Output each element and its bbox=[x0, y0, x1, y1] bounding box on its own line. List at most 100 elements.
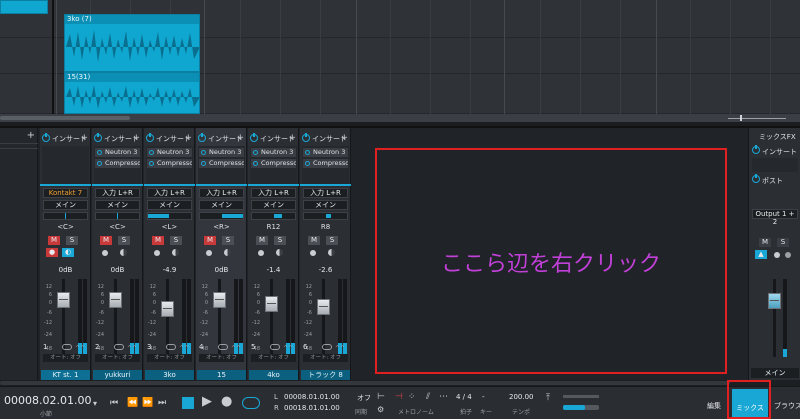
audio-clip[interactable] bbox=[0, 0, 48, 14]
power-icon[interactable] bbox=[302, 133, 310, 142]
loop-button[interactable] bbox=[242, 397, 260, 409]
automation-icon[interactable]: ^^ bbox=[231, 345, 241, 352]
plugin-slot[interactable]: Neutron 3 bbox=[303, 148, 348, 157]
go-to-end-icon[interactable]: ⏭ bbox=[158, 398, 166, 409]
link-icon[interactable] bbox=[114, 344, 124, 350]
volume-fader[interactable] bbox=[109, 292, 122, 308]
power-icon[interactable] bbox=[146, 133, 154, 142]
automation-mode[interactable]: オート: オフ bbox=[251, 354, 296, 362]
plugin-power-icon[interactable] bbox=[149, 150, 154, 155]
power-icon[interactable] bbox=[752, 174, 760, 183]
scrollbar-thumb[interactable] bbox=[0, 381, 730, 385]
loop-end[interactable]: 00018.01.01.00 bbox=[284, 404, 340, 412]
solo-button[interactable]: S bbox=[777, 238, 789, 247]
input-selector[interactable]: 入力 L+R bbox=[251, 188, 296, 198]
plugin-slot[interactable]: Compressor bbox=[147, 159, 192, 168]
volume-fader[interactable] bbox=[317, 299, 330, 315]
power-icon[interactable] bbox=[42, 133, 50, 142]
add-insert-icon[interactable]: + bbox=[132, 133, 140, 143]
rewind-icon[interactable]: ⏪ bbox=[127, 398, 138, 409]
insert-slots[interactable] bbox=[42, 146, 89, 184]
mix-fx-label[interactable]: ミックスFX bbox=[759, 132, 796, 142]
sync-value[interactable]: オフ bbox=[357, 393, 371, 403]
insert-slots[interactable]: Neutron 3 Compressor bbox=[250, 146, 297, 184]
plugin-slot[interactable]: Compressor bbox=[251, 159, 296, 168]
metronome-settings-icon[interactable]: ⋯ bbox=[439, 392, 448, 403]
master-volume[interactable] bbox=[563, 395, 599, 398]
automation-mode[interactable]: オート: オフ bbox=[147, 354, 192, 362]
channel-name[interactable]: トラック 8 bbox=[301, 370, 350, 380]
plugin-power-icon[interactable] bbox=[305, 150, 310, 155]
channel-strip[interactable]: インサート+ Neutron 3 Compressor 入力 L+R メイン <R> MS 0… bbox=[196, 128, 247, 382]
play-button[interactable]: ▶ bbox=[202, 395, 212, 408]
power-icon[interactable] bbox=[752, 145, 760, 154]
mute-button[interactable]: M bbox=[759, 238, 771, 247]
arrange-view[interactable]: 3ko (7) 15(31) bbox=[0, 0, 800, 122]
dim-icon[interactable] bbox=[774, 252, 780, 258]
audio-clip[interactable]: 3ko (7) bbox=[64, 14, 200, 72]
input-selector[interactable]: 入力 L+R bbox=[95, 188, 140, 198]
solo-button[interactable]: S bbox=[118, 236, 130, 245]
pan-control[interactable] bbox=[43, 212, 88, 220]
record-arm-icon[interactable] bbox=[310, 250, 316, 256]
add-icon[interactable]: + bbox=[27, 131, 35, 141]
mute-button[interactable]: M bbox=[308, 236, 320, 245]
record-arm-icon[interactable] bbox=[154, 250, 160, 256]
input-selector[interactable]: 入力 L+R bbox=[199, 188, 244, 198]
plugin-slot[interactable]: Compressor bbox=[199, 159, 244, 168]
plugin-power-icon[interactable] bbox=[201, 161, 206, 166]
time-display[interactable]: 00008.02.01.00 bbox=[4, 394, 91, 407]
tab-edit[interactable]: 編集 bbox=[707, 401, 721, 411]
add-insert-icon[interactable]: + bbox=[184, 133, 192, 143]
channel-strip[interactable]: インサート + Kontakt 7 メイン <C> M S ● ◐ 0dB 12 6 0 -6 -12 -24… bbox=[40, 128, 91, 382]
mute-button[interactable]: M bbox=[204, 236, 216, 245]
pan-control[interactable] bbox=[251, 212, 296, 220]
volume-value[interactable]: -4.9 bbox=[144, 266, 195, 274]
solo-button[interactable]: S bbox=[326, 236, 338, 245]
insert-slots[interactable]: Neutron 3 Compressor bbox=[302, 146, 349, 184]
solo-button[interactable]: S bbox=[66, 236, 78, 245]
insert-header[interactable]: インサート + bbox=[300, 133, 351, 144]
volume-fader[interactable] bbox=[213, 292, 226, 308]
volume-value[interactable]: -2.6 bbox=[300, 266, 351, 274]
insert-header[interactable]: インサート + bbox=[92, 133, 143, 144]
plugin-slot[interactable]: Neutron 3 bbox=[95, 148, 140, 157]
pan-control[interactable] bbox=[303, 212, 348, 220]
channel-strip[interactable]: インサート+ Neutron 3 Compressor 入力 L+R メイン R12 MS -… bbox=[248, 128, 299, 382]
record-arm-button[interactable]: ● bbox=[46, 248, 58, 257]
zoom-slider[interactable] bbox=[722, 115, 792, 121]
output-selector[interactable]: メイン bbox=[147, 200, 192, 210]
plugin-power-icon[interactable] bbox=[149, 161, 154, 166]
solo-button[interactable]: S bbox=[274, 236, 286, 245]
automation-mode[interactable]: オート: オフ bbox=[95, 354, 140, 362]
pan-control[interactable] bbox=[199, 212, 244, 220]
plugin-power-icon[interactable] bbox=[253, 161, 258, 166]
channel-strip[interactable]: インサート+ Neutron 3 Compressor 入力 L+R メイン <C> MS 0… bbox=[92, 128, 143, 382]
link-icon[interactable] bbox=[62, 344, 72, 350]
channel-name[interactable]: メイン bbox=[751, 368, 799, 378]
link-icon[interactable] bbox=[270, 344, 280, 350]
plugin-power-icon[interactable] bbox=[201, 150, 206, 155]
output-selector[interactable]: メイン bbox=[95, 200, 140, 210]
power-icon[interactable] bbox=[94, 133, 102, 142]
monitor-icon[interactable]: ▲ bbox=[755, 250, 767, 259]
monitor-icon[interactable] bbox=[120, 249, 127, 256]
playhead[interactable] bbox=[52, 0, 54, 117]
monitor-icon[interactable] bbox=[172, 249, 179, 256]
scrollbar-thumb[interactable] bbox=[0, 116, 130, 120]
precount-icon[interactable]: ⊣ bbox=[395, 392, 403, 403]
automation-mode[interactable]: オート: オフ bbox=[303, 354, 348, 362]
input-selector[interactable]: 入力 L+R bbox=[147, 188, 192, 198]
channel-name[interactable]: 15 bbox=[197, 370, 246, 380]
horizontal-scrollbar[interactable] bbox=[0, 114, 800, 122]
post-label[interactable]: ポスト bbox=[762, 176, 783, 186]
monitor-button[interactable]: ◐ bbox=[62, 248, 74, 257]
volume-value[interactable]: 0dB bbox=[92, 266, 143, 274]
tempo-tap-icon[interactable]: ⤒ bbox=[546, 393, 550, 404]
plugin-power-icon[interactable] bbox=[305, 161, 310, 166]
volume-fader[interactable] bbox=[57, 292, 70, 308]
insert-header[interactable]: インサート + bbox=[40, 133, 91, 144]
output-selector[interactable]: メイン bbox=[303, 200, 348, 210]
output-selector[interactable]: メイン bbox=[43, 200, 88, 210]
forward-icon[interactable]: ⏩ bbox=[142, 398, 153, 409]
